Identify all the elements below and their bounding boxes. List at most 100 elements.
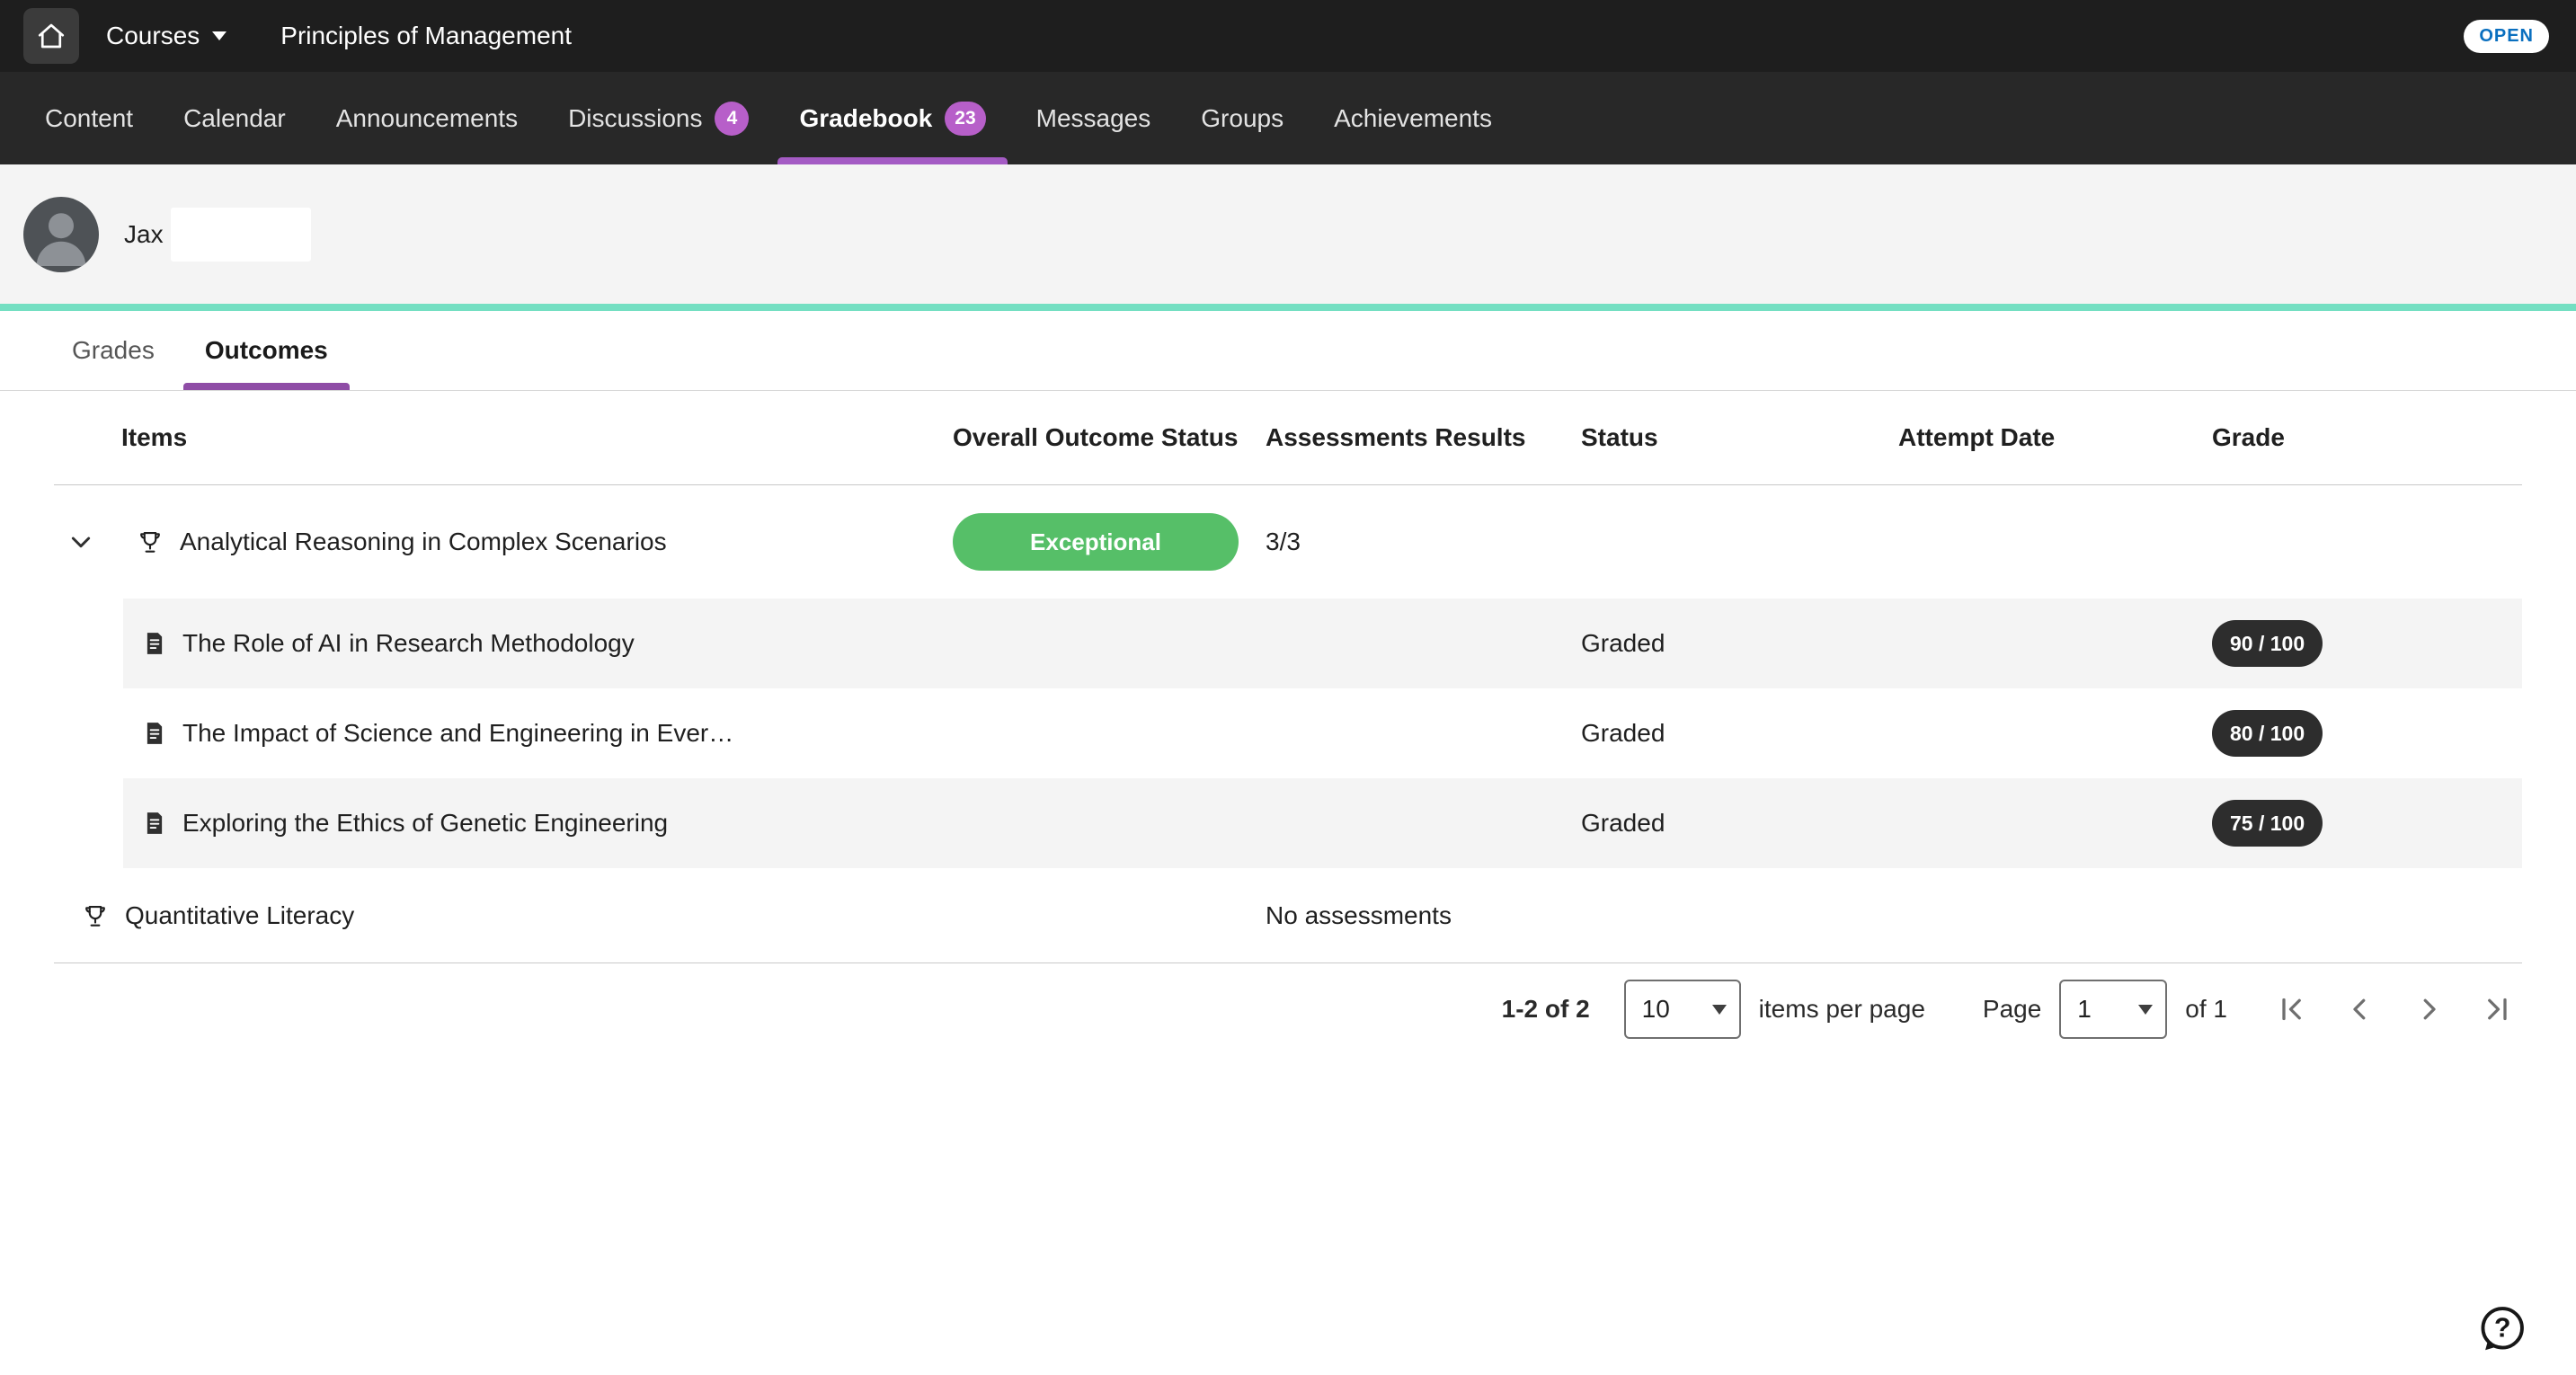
first-page-icon [2276, 993, 2308, 1025]
help-icon: ? [2475, 1303, 2527, 1355]
outcome-items-cell: Quantitative Literacy [54, 901, 953, 930]
gradebook-outcomes-page: Courses Principles of Management OPEN Co… [0, 0, 2576, 1046]
assessment-grade-cell: 90 / 100 [2212, 620, 2522, 667]
nav-item-groups[interactable]: Groups [1201, 72, 1284, 164]
chevron-down-icon [67, 528, 95, 556]
last-page-button[interactable] [2472, 984, 2522, 1034]
nav-item-announcements[interactable]: Announcements [336, 72, 518, 164]
outcome-row: Quantitative Literacy No assessments [54, 868, 2522, 963]
home-button[interactable] [23, 8, 79, 64]
nav-item-content[interactable]: Content [45, 72, 133, 164]
student-header: Jax [0, 164, 2576, 304]
top-bar: Courses Principles of Management OPEN [0, 0, 2576, 72]
nav-item-label: Achievements [1334, 104, 1492, 133]
previous-page-button[interactable] [2335, 984, 2385, 1034]
col-header-grade: Grade [2212, 423, 2522, 452]
document-icon [141, 720, 168, 747]
gradebook-tabs: Grades Outcomes [0, 311, 2576, 391]
next-page-button[interactable] [2403, 984, 2454, 1034]
items-per-page-value: 10 [1642, 995, 1670, 1024]
page-value: 1 [2077, 995, 2092, 1024]
assessment-items-cell: Exploring the Ethics of Genetic Engineer… [123, 809, 953, 838]
chevron-down-icon [2138, 1005, 2153, 1015]
chevron-right-icon [2412, 993, 2445, 1025]
avatar [23, 197, 99, 272]
assessment-title: The Role of AI in Research Methodology [182, 629, 635, 658]
last-page-icon [2481, 993, 2513, 1025]
outcome-assessments-cell: 3/3 [1266, 528, 1581, 556]
tab-grades[interactable]: Grades [50, 311, 176, 390]
first-page-button[interactable] [2267, 984, 2317, 1034]
outcome-title: Quantitative Literacy [125, 901, 354, 930]
outcome-overall-status-cell: Exceptional [953, 513, 1266, 571]
grade-badge: 75 / 100 [2212, 800, 2323, 847]
col-header-overall-outcome-status: Overall Outcome Status [953, 423, 1266, 452]
page-label: Page [1983, 995, 2041, 1024]
assessment-status: Graded [1581, 809, 1665, 837]
assessment-status-cell: Graded [1581, 719, 1898, 748]
gradebook-count-badge: 23 [945, 102, 985, 136]
nav-item-calendar[interactable]: Calendar [183, 72, 286, 164]
chevron-down-icon [212, 31, 227, 40]
grade-badge: 90 / 100 [2212, 620, 2323, 667]
outcome-items-cell: Analytical Reasoning in Complex Scenario… [54, 522, 953, 562]
svg-text:?: ? [2494, 1314, 2510, 1344]
outcomes-table: Items Overall Outcome Status Assessments… [54, 391, 2522, 1046]
outcome-assessments-cell: No assessments [1266, 901, 1581, 930]
table-header-row: Items Overall Outcome Status Assessments… [54, 391, 2522, 485]
assessment-items-cell: The Role of AI in Research Methodology [123, 629, 953, 658]
nav-item-label: Gradebook [799, 104, 932, 133]
page-total-label: of 1 [2185, 995, 2227, 1024]
nav-item-label: Groups [1201, 104, 1284, 133]
courses-dropdown[interactable]: Courses [106, 22, 227, 50]
redacted-name-block [171, 208, 311, 262]
page-select[interactable]: 1 [2059, 980, 2167, 1039]
chevron-left-icon [2344, 993, 2376, 1025]
assessment-rows: The Role of AI in Research Methodology G… [123, 599, 2522, 868]
overall-status-badge: Exceptional [953, 513, 1239, 571]
grade-badge: 80 / 100 [2212, 710, 2323, 757]
assessment-row: The Impact of Science and Engineering in… [123, 688, 2522, 778]
col-header-attempt-date: Attempt Date [1898, 423, 2212, 452]
assessment-grade-cell: 80 / 100 [2212, 710, 2522, 757]
assessment-items-cell: The Impact of Science and Engineering in… [123, 719, 953, 748]
collapse-outcome-button[interactable] [61, 522, 101, 562]
items-per-page-label: items per page [1759, 995, 1925, 1024]
discussions-count-badge: 4 [715, 102, 749, 136]
col-header-status: Status [1581, 423, 1898, 452]
nav-item-label: Content [45, 104, 133, 133]
teal-divider [0, 304, 2576, 311]
assessment-row: The Role of AI in Research Methodology G… [123, 599, 2522, 688]
assessment-title: Exploring the Ethics of Genetic Engineer… [182, 809, 668, 838]
nav-item-label: Calendar [183, 104, 286, 133]
document-icon [141, 810, 168, 837]
nav-item-discussions[interactable]: Discussions 4 [568, 72, 749, 164]
outcome-title: Analytical Reasoning in Complex Scenario… [180, 528, 667, 556]
assessment-grade-cell: 75 / 100 [2212, 800, 2522, 847]
course-nav: Content Calendar Announcements Discussio… [0, 72, 2576, 164]
items-per-page-select[interactable]: 10 [1624, 980, 1741, 1039]
assessment-status: Graded [1581, 629, 1665, 657]
help-button[interactable]: ? [2475, 1303, 2527, 1355]
tab-outcomes[interactable]: Outcomes [183, 311, 350, 390]
nav-item-achievements[interactable]: Achievements [1334, 72, 1492, 164]
pagination-bar: 1-2 of 2 10 items per page Page 1 of 1 [54, 963, 2522, 1046]
assessments-results-value: No assessments [1266, 901, 1452, 929]
assessments-results-value: 3/3 [1266, 528, 1301, 555]
assessment-status-cell: Graded [1581, 809, 1898, 838]
pager-buttons [2267, 984, 2522, 1034]
col-header-assessments-results: Assessments Results [1266, 423, 1581, 452]
nav-item-messages[interactable]: Messages [1036, 72, 1151, 164]
nav-item-label: Announcements [336, 104, 518, 133]
assessment-title: The Impact of Science and Engineering in… [182, 719, 733, 748]
document-icon [141, 630, 168, 657]
courses-dropdown-label: Courses [106, 22, 200, 50]
assessment-status-cell: Graded [1581, 629, 1898, 658]
nav-item-gradebook[interactable]: Gradebook 23 [799, 72, 985, 164]
trophy-icon [137, 528, 164, 555]
assessment-row: Exploring the Ethics of Genetic Engineer… [123, 778, 2522, 868]
nav-item-label: Discussions [568, 104, 702, 133]
person-icon [23, 197, 99, 272]
col-header-items: Items [54, 423, 953, 452]
home-icon [35, 20, 67, 52]
